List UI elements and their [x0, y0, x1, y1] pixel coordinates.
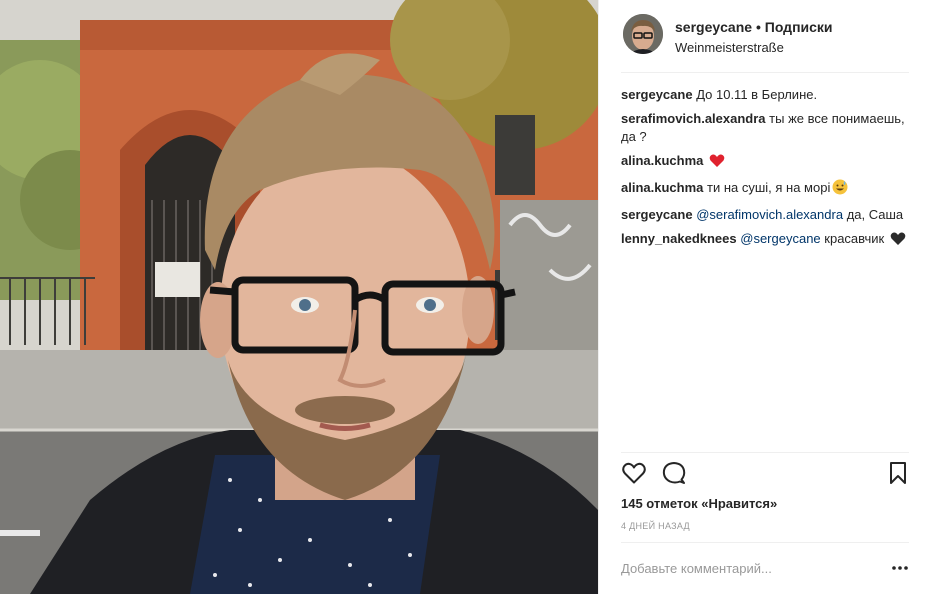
comment-username[interactable]: alina.kuchma: [621, 180, 703, 195]
comment-username[interactable]: lenny_nakedknees: [621, 231, 737, 246]
comment-username[interactable]: serafimovich.alexandra: [621, 111, 766, 126]
comment-item: alina.kuchma ти на суші, я на морі: [621, 179, 911, 200]
add-comment-divider: [621, 542, 909, 543]
ellipsis-icon[interactable]: [889, 558, 911, 578]
sweat-smile-icon: [832, 179, 848, 200]
red-heart-icon: [709, 154, 725, 173]
comment-item: serafimovich.alexandra ты же все понимае…: [621, 110, 911, 146]
comments-divider: [621, 452, 909, 453]
header-separator: •: [755, 19, 761, 35]
post-actions: [621, 460, 911, 490]
add-comment-input[interactable]: [621, 556, 861, 580]
comments-list: sergeycane До 10.11 в Берлине. serafimov…: [621, 86, 911, 257]
post-timestamp: 4 ДНЕЙ НАЗАД: [621, 521, 690, 531]
comment-username[interactable]: sergeycane: [621, 207, 693, 222]
comment-item: alina.kuchma: [621, 152, 911, 173]
comment-item: sergeycane @serafimovich.alexandra да, С…: [621, 206, 911, 224]
post-location[interactable]: Weinmeisterstraße: [675, 40, 784, 55]
post-photo[interactable]: [0, 0, 598, 594]
comment-item: lenny_nakedknees @sergeycane красавчик: [621, 230, 911, 251]
comment-username[interactable]: alina.kuchma: [621, 153, 703, 168]
comment-text: да, Саша: [846, 207, 904, 222]
post-header: sergeycane • Подписки Weinmeisterstraße: [621, 12, 911, 72]
following-button[interactable]: Подписки: [765, 19, 833, 35]
comment-mention-link[interactable]: @serafimovich.alexandra: [696, 207, 843, 222]
post-side-panel: sergeycane • Подписки Weinmeisterstraße …: [598, 0, 933, 594]
post-author-username[interactable]: sergeycane: [675, 19, 752, 35]
comment-username[interactable]: sergeycane: [621, 87, 693, 102]
heart-outline-icon[interactable]: [621, 460, 647, 486]
comment-text: красавчик: [824, 231, 885, 246]
avatar[interactable]: [623, 14, 663, 54]
bookmark-icon[interactable]: [885, 460, 911, 486]
header-divider: [621, 72, 909, 73]
comment-mention-link[interactable]: @sergeycane: [740, 231, 820, 246]
header-line: sergeycane • Подписки: [675, 18, 833, 36]
comment-text: ти на суші, я на морі: [707, 180, 831, 195]
likes-count[interactable]: 145 отметок «Нравится»: [621, 496, 777, 511]
selfie-photo: [0, 0, 598, 594]
comment-text: До 10.11 в Берлине.: [696, 87, 818, 102]
comment-bubble-icon[interactable]: [661, 460, 687, 486]
avatar-image: [623, 14, 663, 54]
black-heart-icon: [890, 232, 906, 251]
comment-item: sergeycane До 10.11 в Берлине.: [621, 86, 911, 104]
